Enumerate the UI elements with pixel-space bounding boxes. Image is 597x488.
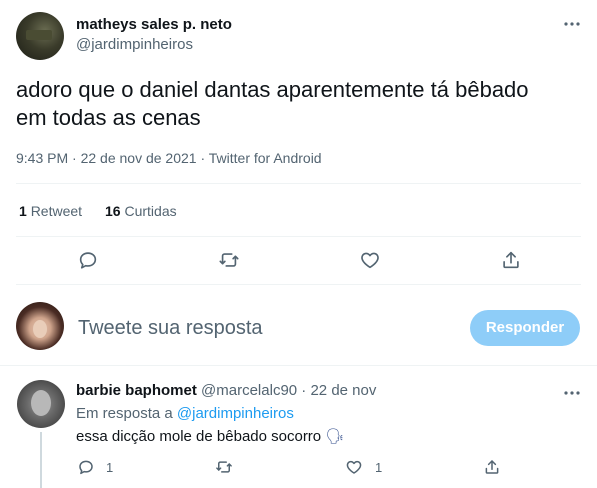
user-avatar[interactable]	[16, 302, 64, 350]
retweet-label: Retweet	[30, 203, 83, 219]
divider	[16, 236, 581, 237]
reply-icon[interactable]	[77, 458, 95, 476]
divider	[16, 284, 581, 285]
retweet-icon[interactable]	[215, 458, 233, 476]
replying-to-prefix: Em resposta a	[76, 405, 173, 422]
like-icon[interactable]	[359, 249, 381, 271]
replying-to: Em resposta a @jardimpinheiros	[76, 405, 294, 423]
like-count: 1	[375, 460, 383, 475]
reply-author-handle[interactable]: @marcelalc90	[201, 382, 297, 399]
reply-separator: ·	[301, 382, 307, 399]
reply-submit-button[interactable]: Responder	[470, 310, 580, 346]
author-avatar[interactable]	[16, 12, 64, 60]
replying-to-handle[interactable]: @jardimpinheiros	[177, 405, 294, 422]
reply-thread-line	[40, 432, 42, 488]
reply-date[interactable]: 22 de nov	[310, 382, 376, 399]
like-label: Curtidas	[124, 203, 177, 219]
reply-icon[interactable]	[77, 249, 99, 271]
speaking-head-emoji: 🗣	[325, 428, 345, 445]
reply-input[interactable]: Tweete sua resposta	[78, 316, 458, 340]
retweet-icon[interactable]	[218, 249, 240, 271]
tweet-text-line: em todas as cenas	[16, 105, 201, 130]
divider	[16, 183, 581, 184]
author-handle[interactable]: @jardimpinheiros	[76, 36, 193, 54]
reply-author-avatar[interactable]	[17, 380, 65, 428]
reply-header: barbie baphomet @marcelalc90 · 22 de nov	[76, 382, 376, 400]
more-icon[interactable]	[562, 14, 582, 34]
like-count: 16	[105, 203, 121, 219]
reply-author-name[interactable]: barbie baphomet	[76, 382, 197, 399]
reply-text: essa dicção mole de bêbado socorro 🗣	[76, 428, 344, 446]
share-icon[interactable]	[483, 458, 501, 476]
tweet-text-line: adoro que o daniel dantas aparentemente …	[16, 77, 529, 102]
retweet-stat[interactable]: 1 Retweet	[19, 202, 82, 220]
more-icon[interactable]	[562, 383, 582, 403]
like-stat[interactable]: 16 Curtidas	[105, 202, 177, 220]
retweet-count: 1	[19, 203, 27, 219]
author-name[interactable]: matheys sales p. neto	[76, 16, 232, 34]
like-icon[interactable]	[345, 458, 363, 476]
tweet-text: adoro que o daniel dantas aparentemente …	[16, 76, 586, 132]
reply-count: 1	[106, 460, 114, 475]
divider	[0, 365, 597, 366]
share-icon[interactable]	[500, 249, 522, 271]
reply-text-body: essa dicção mole de bêbado socorro	[76, 428, 322, 445]
tweet-meta[interactable]: 9:43 PM · 22 de nov de 2021 · Twitter fo…	[16, 149, 322, 167]
